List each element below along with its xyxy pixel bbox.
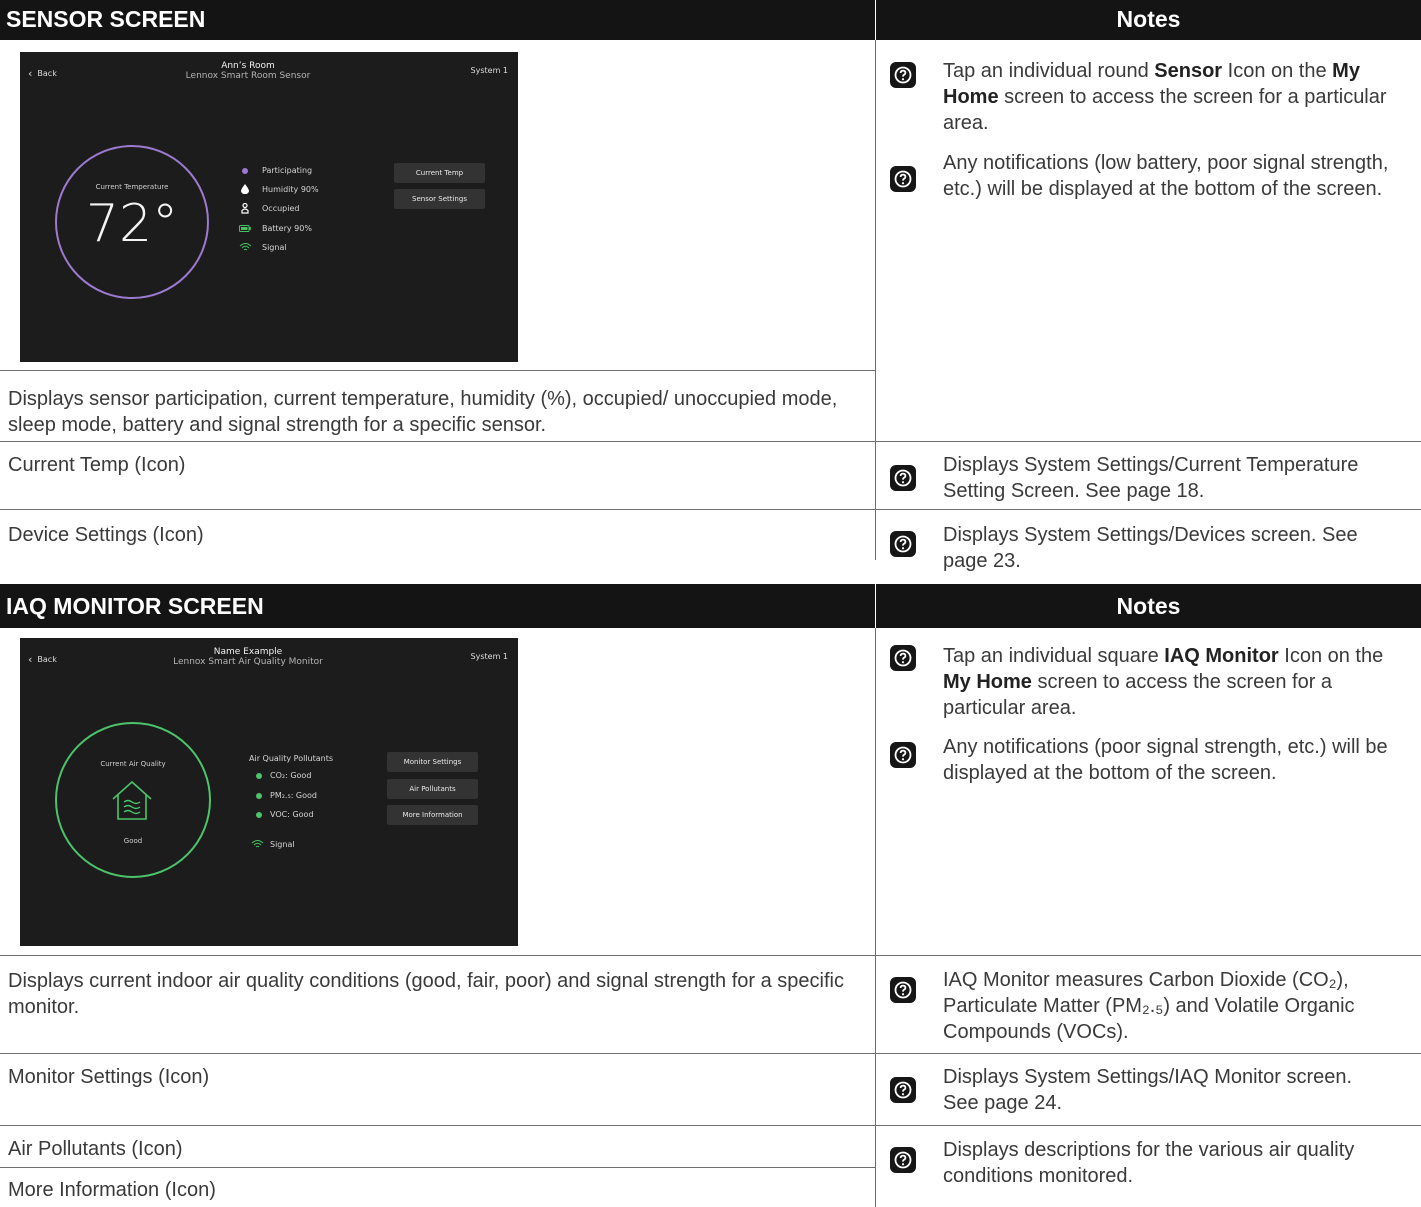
house-air-icon: [112, 780, 152, 820]
divider: [0, 1167, 875, 1168]
sensor-notes-header-bar: Notes: [876, 0, 1421, 40]
column-divider: [875, 628, 876, 1207]
signal-icon: [239, 243, 252, 251]
help-icon: [890, 645, 916, 671]
iaq-notes-header-bar: Notes: [876, 584, 1421, 628]
monitor-model: Lennox Smart Air Quality Monitor: [173, 657, 323, 667]
participating-dot-icon: [242, 168, 248, 174]
pm25-status-dot-icon: [256, 793, 262, 799]
row-label-more-information: More Information (Icon): [8, 1179, 216, 1201]
divider: [0, 370, 875, 371]
air-pollutants-button[interactable]: Air Pollutants: [387, 779, 478, 799]
pollutants-title: Air Quality Pollutants: [249, 754, 334, 763]
status-humidity: Humidity 90%: [262, 185, 319, 194]
iaq-screen-image: ‹ Back Name Example Lennox Smart Air Qual…: [20, 638, 518, 946]
gauge-label: Current Air Quality: [100, 760, 166, 768]
help-icon: [890, 62, 916, 88]
humidity-drop-icon: [241, 184, 249, 194]
iaq-note-1: Tap an individual square IAQ Monitor Ico…: [943, 645, 1384, 719]
iaq-description-note: IAQ Monitor measures Carbon Dioxide (CO₂…: [943, 969, 1355, 1043]
help-icon: [890, 742, 916, 768]
iaq-description: Displays current indoor air quality cond…: [8, 970, 844, 1018]
help-icon: [890, 166, 916, 192]
status-participating: Participating: [262, 166, 313, 175]
row-note-air-pollutants: Displays descriptions for the various ai…: [943, 1139, 1355, 1187]
status-signal: Signal: [262, 243, 287, 252]
monitor-name: Name Example: [213, 647, 283, 657]
row-note-current-temp: Displays System Settings/Current Tempera…: [943, 454, 1359, 502]
current-temp-button[interactable]: Current Temp: [394, 163, 485, 183]
divider: [0, 955, 1421, 956]
voc-status-dot-icon: [256, 812, 262, 818]
status-occupied: Occupied: [262, 204, 300, 213]
sensor-notes-title: Notes: [1116, 6, 1181, 32]
sensor-name: Ann’s Room: [221, 61, 275, 71]
row-note-monitor-settings: Displays System Settings/IAQ Monitor scr…: [943, 1066, 1353, 1114]
gauge-label: Current Temperature: [95, 183, 169, 191]
sensor-note-2: Any notifications (low battery, poor sig…: [943, 152, 1389, 200]
signal-icon: [251, 840, 264, 848]
divider: [0, 1053, 1421, 1054]
sensor-section-title: SENSOR SCREEN: [6, 6, 206, 32]
row-note-device-settings: Displays System Settings/Devices screen.…: [943, 524, 1358, 572]
status-battery: Battery 90%: [262, 224, 312, 233]
iaq-notes-title: Notes: [1116, 593, 1181, 619]
row-label-monitor-settings: Monitor Settings (Icon): [8, 1066, 210, 1088]
system-label[interactable]: System 1: [471, 652, 508, 661]
iaq-section-title: IAQ MONITOR SCREEN: [6, 593, 264, 619]
sensor-settings-button[interactable]: Sensor Settings: [394, 189, 485, 209]
column-divider: [875, 40, 876, 560]
sensor-note-1: Tap an individual round Sensor Icon on t…: [943, 60, 1387, 134]
battery-icon: [239, 225, 251, 232]
divider: [0, 1125, 1421, 1126]
help-icon: [890, 1147, 916, 1173]
current-temperature-value: 72°: [85, 194, 179, 254]
divider: [0, 509, 1421, 510]
help-icon: [890, 531, 916, 557]
iaq-section-header-bar: IAQ MONITOR SCREEN: [0, 584, 875, 628]
signal-label: Signal: [270, 840, 295, 849]
row-label-air-pollutants: Air Pollutants (Icon): [8, 1138, 183, 1160]
system-label[interactable]: System 1: [471, 66, 508, 75]
occupied-person-icon: [241, 203, 249, 214]
sensor-description: Displays sensor participation, current t…: [8, 388, 838, 436]
sensor-section-header-bar: SENSOR SCREEN: [0, 0, 875, 40]
pollutant-pm25: PM₂.₅: Good: [270, 791, 317, 800]
more-information-button[interactable]: More Information: [387, 805, 478, 825]
sensor-model: Lennox Smart Room Sensor: [185, 71, 311, 81]
monitor-settings-button[interactable]: Monitor Settings: [387, 752, 478, 772]
row-label-device-settings: Device Settings (Icon): [8, 524, 204, 546]
pollutant-co2: CO₂: Good: [270, 771, 312, 780]
divider: [0, 441, 1421, 442]
iaq-note-2: Any notifications (poor signal strength,…: [943, 736, 1388, 784]
sensor-screen-image: ‹ Back Ann’s Room Lennox Smart Room Senso…: [20, 52, 518, 362]
help-icon: [890, 1077, 916, 1103]
help-icon: [890, 465, 916, 491]
air-quality-value: Good: [123, 837, 143, 845]
pollutant-voc: VOC: Good: [270, 810, 314, 819]
co2-status-dot-icon: [256, 773, 262, 779]
help-icon: [890, 977, 916, 1003]
row-label-current-temp: Current Temp (Icon): [8, 454, 186, 476]
